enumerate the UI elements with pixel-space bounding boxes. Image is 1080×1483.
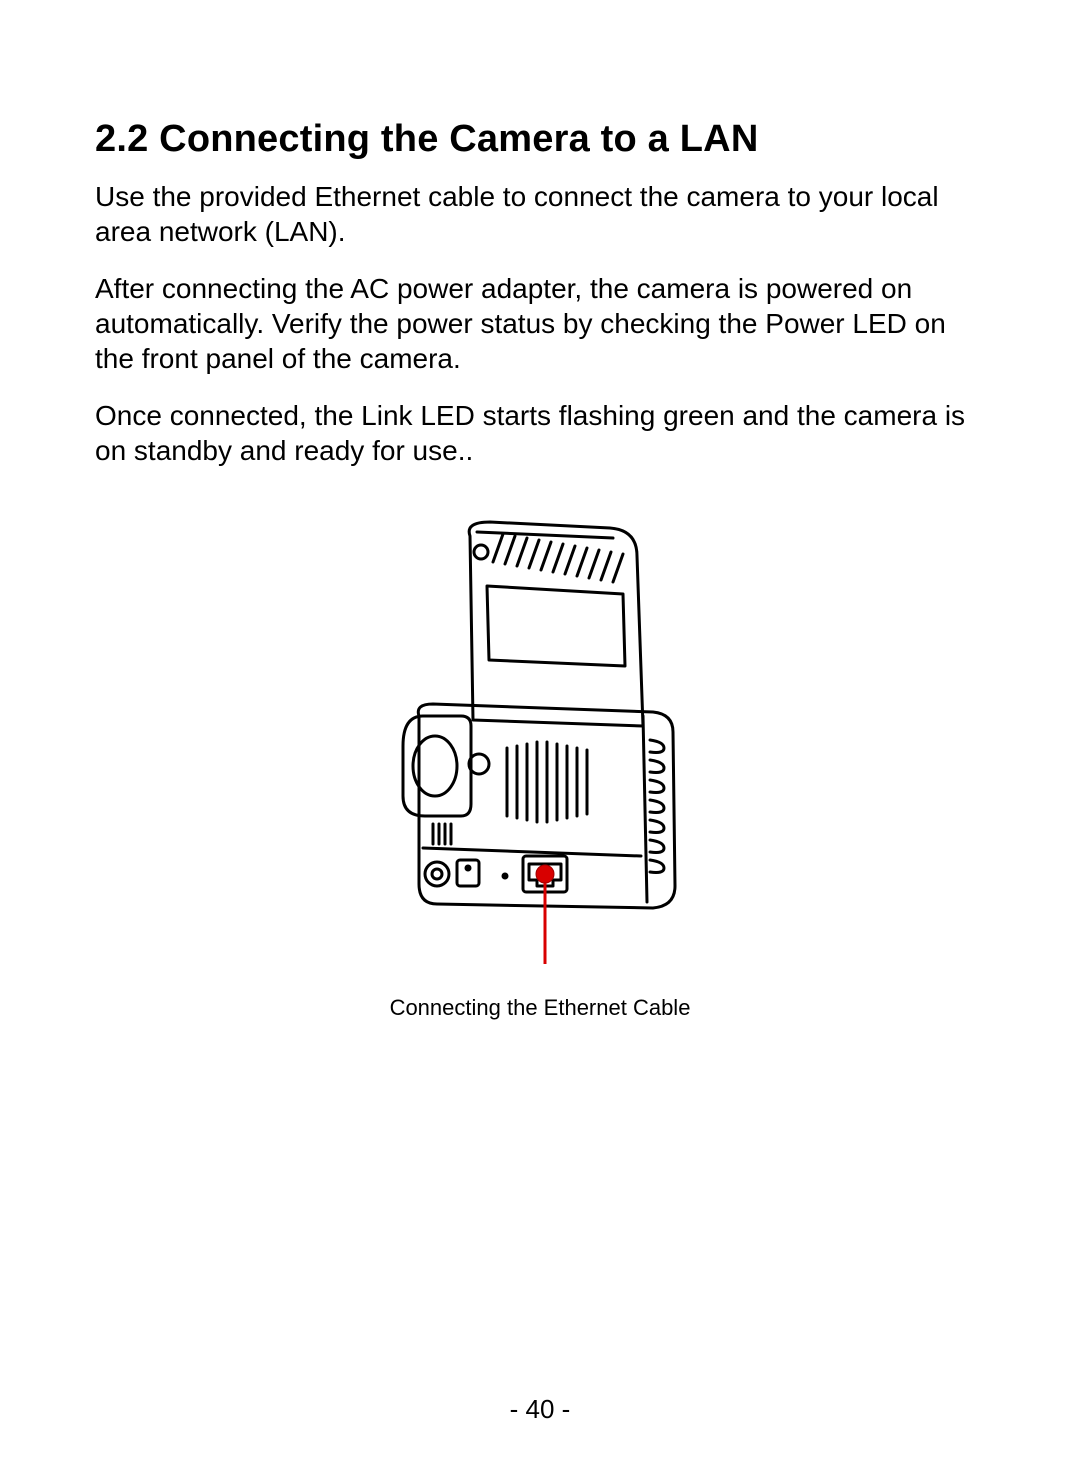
figure-caption: Connecting the Ethernet Cable — [95, 995, 985, 1021]
figure-container: Connecting the Ethernet Cable — [95, 516, 985, 1021]
paragraph-3: Once connected, the Link LED starts flas… — [95, 398, 985, 468]
section-heading: 2.2 Connecting the Camera to a LAN — [95, 118, 985, 161]
camera-illustration — [375, 516, 705, 981]
ethernet-port-callout — [536, 865, 554, 964]
paragraph-1: Use the provided Ethernet cable to conne… — [95, 179, 985, 249]
page-number: - 40 - — [0, 1394, 1080, 1425]
paragraph-2: After connecting the AC power adapter, t… — [95, 271, 985, 376]
document-page: 2.2 Connecting the Camera to a LAN Use t… — [0, 0, 1080, 1483]
camera-svg — [375, 516, 705, 976]
